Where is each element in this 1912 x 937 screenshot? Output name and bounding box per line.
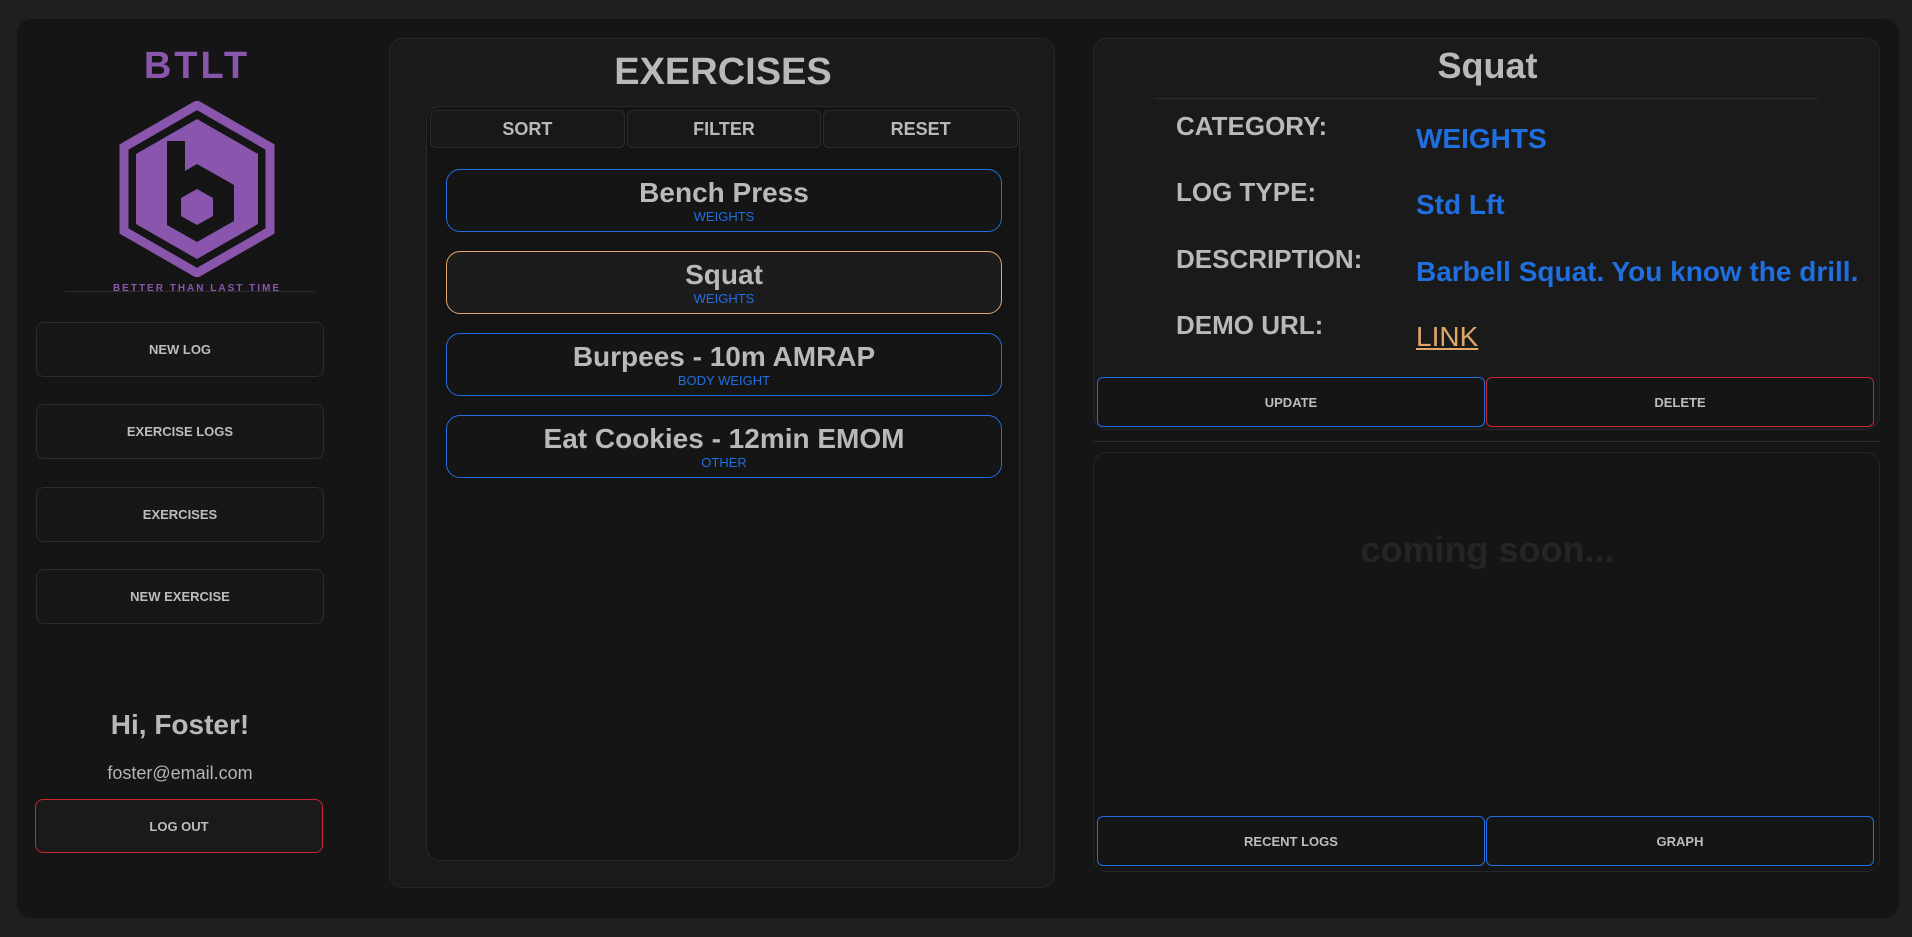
exercise-item-squat[interactable]: Squat WEIGHTS xyxy=(446,251,1002,314)
exercise-category: BODY WEIGHT xyxy=(677,373,771,388)
logo-tagline: BETTER THAN LAST TIME xyxy=(112,283,282,294)
category-label: CATEGORY: xyxy=(1176,111,1328,141)
app-logo[interactable]: BTLT BETTER THAN LAST TIME xyxy=(92,45,302,300)
exercise-item-eat-cookies[interactable]: Eat Cookies - 12min EMOM OTHER xyxy=(446,415,1002,478)
category-value: WEIGHTS xyxy=(1416,123,1547,154)
description-label: DESCRIPTION: xyxy=(1176,244,1363,274)
exercise-item-burpees[interactable]: Burpees - 10m AMRAP BODY WEIGHT xyxy=(446,333,1002,396)
user-greeting: Hi, Foster! xyxy=(110,709,250,740)
detail-divider xyxy=(1154,98,1818,99)
exercises-panel: EXERCISES SORT FILTER RESET Bench Press … xyxy=(389,38,1055,888)
reset-button[interactable]: RESET xyxy=(823,110,1019,148)
sidebar-divider xyxy=(65,291,315,292)
exercise-name: Bench Press xyxy=(639,177,809,208)
logs-panel: coming soon... RECENT LOGS GRAPH xyxy=(1093,452,1880,872)
update-button[interactable]: UPDATE xyxy=(1097,377,1485,427)
app-container: BTLT BETTER THAN LAST TIME NEW LOG EXERC… xyxy=(17,19,1899,918)
user-email: foster@email.com xyxy=(107,763,253,783)
coming-soon-placeholder: coming soon... xyxy=(1360,529,1615,570)
exercise-category: OTHER xyxy=(701,455,747,470)
hexagon-b-logo-icon xyxy=(119,101,275,277)
logout-button[interactable]: LOG OUT xyxy=(35,799,323,853)
new-exercise-button[interactable]: NEW EXERCISE xyxy=(36,569,324,624)
exercise-name: Burpees - 10m AMRAP xyxy=(572,341,876,372)
delete-button[interactable]: DELETE xyxy=(1486,377,1874,427)
exercises-button[interactable]: EXERCISES xyxy=(36,487,324,542)
recent-logs-button[interactable]: RECENT LOGS xyxy=(1097,816,1485,866)
panel-separator xyxy=(1093,441,1880,442)
exercise-list: SORT FILTER RESET Bench Press WEIGHTS Sq… xyxy=(426,106,1020,861)
detail-title: Squat xyxy=(1437,45,1538,86)
new-log-button[interactable]: NEW LOG xyxy=(36,322,324,377)
exercise-category: WEIGHTS xyxy=(693,291,755,306)
graph-button[interactable]: GRAPH xyxy=(1486,816,1874,866)
demo-url-label: DEMO URL: xyxy=(1176,310,1324,340)
exercise-detail-panel: Squat CATEGORY: WEIGHTS LOG TYPE: Std Lf… xyxy=(1093,38,1880,430)
log-type-label: LOG TYPE: xyxy=(1176,177,1317,207)
logo-title: BTLT xyxy=(143,45,251,87)
exercises-title: EXERCISES xyxy=(614,51,832,93)
exercise-category: WEIGHTS xyxy=(693,209,755,224)
description-value: Barbell Squat. You know the drill. xyxy=(1416,256,1859,287)
exercise-logs-button[interactable]: EXERCISE LOGS xyxy=(36,404,324,459)
filter-button[interactable]: FILTER xyxy=(626,110,822,148)
log-type-value: Std Lft xyxy=(1416,189,1505,220)
demo-url-link[interactable]: LINK xyxy=(1416,321,1478,353)
exercise-item-bench-press[interactable]: Bench Press WEIGHTS xyxy=(446,169,1002,232)
exercise-name: Squat xyxy=(685,259,763,290)
list-toolbar: SORT FILTER RESET xyxy=(430,110,1019,148)
exercise-name: Eat Cookies - 12min EMOM xyxy=(543,423,905,454)
sidebar: BTLT BETTER THAN LAST TIME NEW LOG EXERC… xyxy=(17,19,357,918)
sort-button[interactable]: SORT xyxy=(430,110,625,148)
